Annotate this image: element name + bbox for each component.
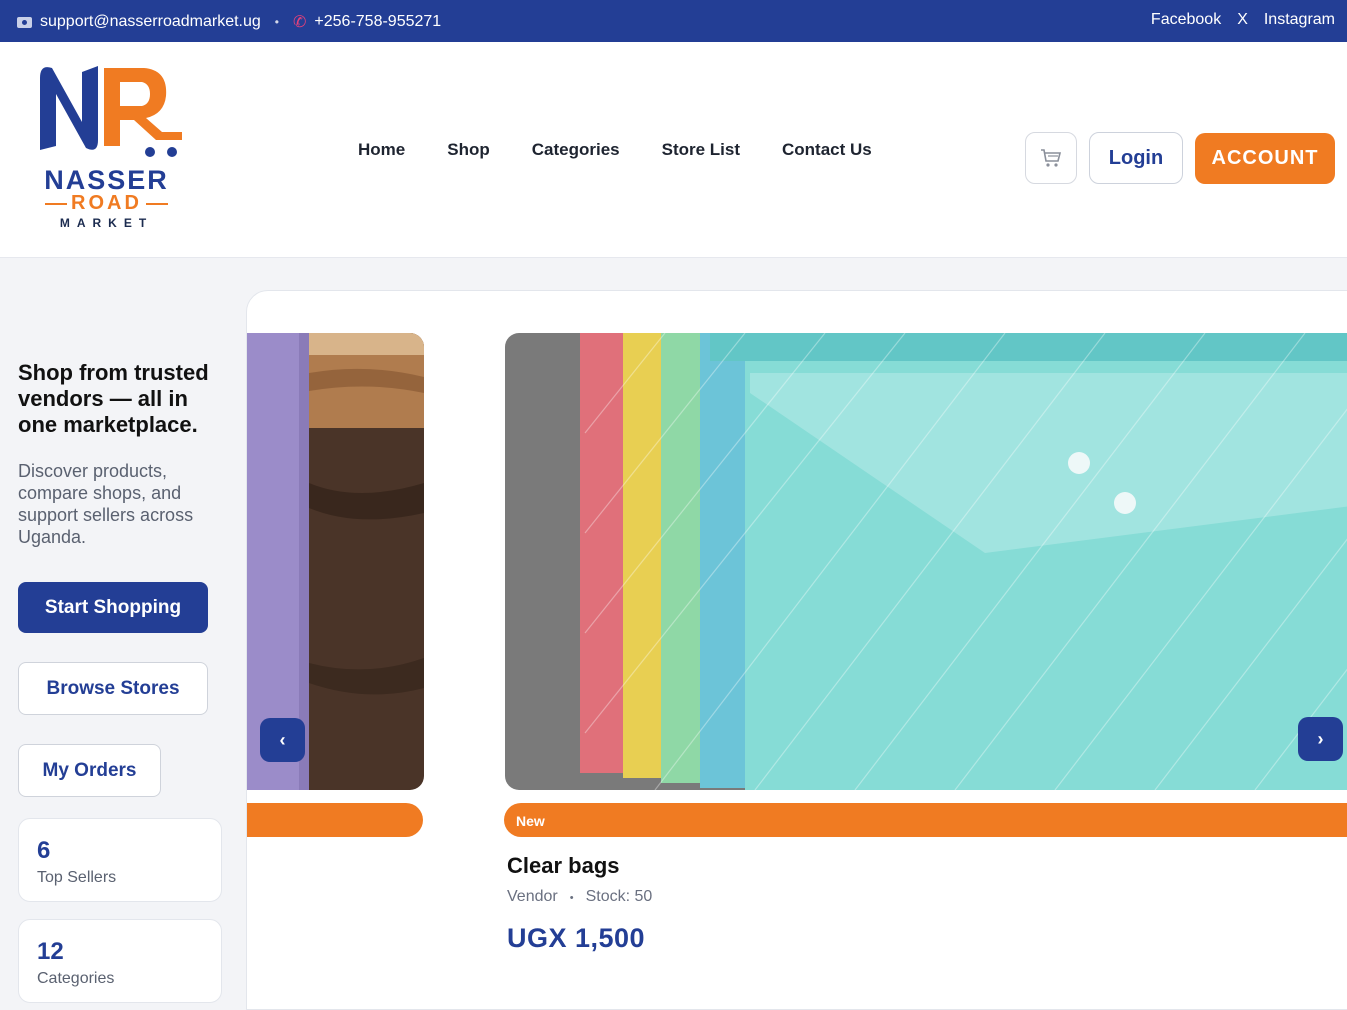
browse-stores-button[interactable]: Browse Stores <box>18 662 208 715</box>
nav-store-list[interactable]: Store List <box>662 140 740 160</box>
site-logo[interactable]: NASSER ROAD MARKET <box>34 62 186 232</box>
stat-value: 12 <box>37 938 64 965</box>
meta-separator: • <box>569 892 574 904</box>
product-photo-clear-bags <box>505 333 1347 790</box>
phone-icon: ✆ <box>293 14 307 31</box>
x-link[interactable]: X <box>1237 11 1248 29</box>
login-button[interactable]: Login <box>1089 132 1183 184</box>
product-stock: Stock: 50 <box>585 888 653 905</box>
carousel-prev-button[interactable]: ‹ <box>260 718 305 762</box>
product-carousel: New ‹ › Clear bags Vendor • Stock: 50 UGX … <box>246 290 1347 1010</box>
site-header: NASSER ROAD MARKET Home Shop Categories … <box>0 42 1347 258</box>
instagram-link[interactable]: Instagram <box>1264 11 1335 29</box>
logo-road-word: ROAD <box>71 192 142 214</box>
product-image-clear-bags[interactable] <box>505 333 1347 790</box>
stat-card-categories: 12 Categories <box>18 919 222 1003</box>
cart-button[interactable] <box>1025 132 1077 184</box>
my-orders-button[interactable]: My Orders <box>18 744 161 797</box>
start-shopping-button[interactable]: Start Shopping <box>18 582 208 633</box>
contact-phone[interactable]: +256-758-955271 <box>314 13 441 31</box>
nav-home[interactable]: Home <box>358 140 405 160</box>
product-title[interactable]: Clear bags <box>507 853 620 879</box>
stat-value: 6 <box>37 837 51 864</box>
nav-categories[interactable]: Categories <box>532 140 620 160</box>
logo-mark <box>40 66 182 157</box>
hero-subtitle: Discover products, compare shops, and su… <box>18 461 194 547</box>
product-vendor[interactable]: Vendor <box>507 888 558 905</box>
logo-text-road: ROAD <box>34 192 179 215</box>
stat-label: Top Sellers <box>37 869 117 886</box>
email-icon <box>17 16 32 28</box>
top-bar: support@nasserroadmarket.ug • ✆ +256-758… <box>0 0 1347 42</box>
logo-text-market: MARKET <box>59 216 154 230</box>
stat-label: Categories <box>37 970 115 987</box>
nav-contact-us[interactable]: Contact Us <box>782 140 872 160</box>
cart-icon <box>1041 149 1062 167</box>
carousel-next-button[interactable]: › <box>1298 717 1343 761</box>
stat-card-top-sellers: 6 Top Sellers <box>18 818 222 902</box>
separator-dot: • <box>274 15 279 29</box>
facebook-link[interactable]: Facebook <box>1151 11 1221 29</box>
contact-info: support@nasserroadmarket.ug • ✆ +256-758… <box>17 12 441 32</box>
contact-email[interactable]: support@nasserroadmarket.ug <box>40 13 261 31</box>
hero-title: Shop from trusted vendors — all in one m… <box>18 360 209 437</box>
product-badge-bar-previous <box>247 803 423 837</box>
product-price: UGX 1,500 <box>507 923 646 953</box>
product-badge-bar: New <box>504 803 1347 837</box>
product-meta: Vendor • Stock: 50 <box>507 888 652 906</box>
new-badge: New <box>516 813 545 829</box>
social-links: Facebook X Instagram <box>1151 11 1335 29</box>
account-button[interactable]: ACCOUNT <box>1195 133 1335 184</box>
nav-shop[interactable]: Shop <box>447 140 490 160</box>
main-nav: Home Shop Categories Store List Contact … <box>358 140 914 160</box>
